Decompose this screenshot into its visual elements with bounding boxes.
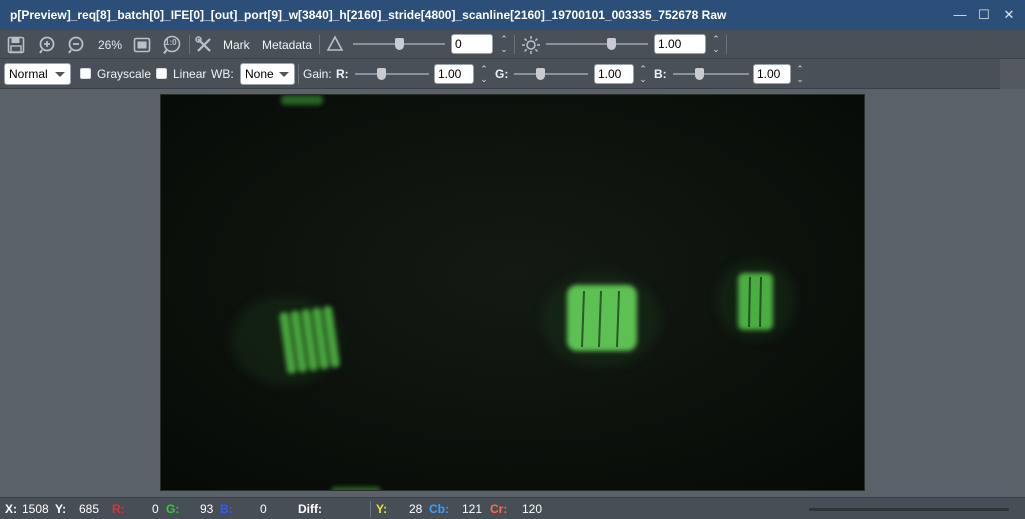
status-r-label: R: xyxy=(112,502,125,516)
gain-b-label: B: xyxy=(654,67,667,81)
delta-spinner[interactable]: ⌃ ⌄ xyxy=(498,34,510,54)
status-x-value: 1508 xyxy=(22,502,49,516)
one-to-one-icon[interactable]: 1:0 xyxy=(161,34,183,56)
toolbar-scroll-gap xyxy=(1000,59,1025,89)
grayscale-checkbox[interactable] xyxy=(80,68,91,79)
delta-value-field[interactable]: 0 xyxy=(451,34,493,54)
preview-image-content xyxy=(161,95,864,490)
linear-checkbox[interactable] xyxy=(156,68,167,79)
window-title: p[Preview]_req[8]_batch[0]_IFE[0]_[out]_… xyxy=(10,8,727,22)
chevron-down-icon xyxy=(279,72,289,77)
tools-icon[interactable] xyxy=(193,34,215,56)
status-r-value: 0 xyxy=(152,502,159,516)
zoom-in-icon[interactable] xyxy=(36,34,58,56)
gain-g-field[interactable]: 1.00 xyxy=(594,64,634,84)
brightness-value-field[interactable]: 1.00 xyxy=(654,34,706,54)
status-cr-value: 120 xyxy=(522,502,543,516)
minimize-button[interactable]: — xyxy=(949,4,971,26)
separator xyxy=(298,64,299,84)
gain-b-field[interactable]: 1.00 xyxy=(753,64,791,84)
one-to-one-label: 1:0 xyxy=(165,38,177,47)
save-icon[interactable] xyxy=(5,34,27,56)
gain-b-slider-thumb[interactable] xyxy=(695,68,704,80)
status-bar: X: 1508 Y: 685 R: 0 G: 93 B: 0 Diff: Y: … xyxy=(0,497,1025,519)
brightness-slider-track[interactable] xyxy=(546,43,648,45)
mode-select-value: Normal xyxy=(9,67,48,81)
separator xyxy=(726,35,727,54)
mark-button[interactable]: Mark xyxy=(223,38,250,52)
status-y-label: Y: xyxy=(55,502,67,516)
preview-image[interactable] xyxy=(160,94,865,491)
gain-r-slider-track[interactable] xyxy=(355,73,429,75)
status-g-value: 93 xyxy=(200,502,214,516)
fit-icon[interactable] xyxy=(131,34,153,56)
status-y-value: 685 xyxy=(79,502,100,516)
separator xyxy=(189,35,190,54)
status-progress-bar xyxy=(809,508,1009,511)
status-x-label: X: xyxy=(5,502,17,516)
gain-r-spinner[interactable]: ⌃ ⌄ xyxy=(478,64,490,84)
gain-r-label: R: xyxy=(336,67,349,81)
zoom-out-icon[interactable] xyxy=(65,34,87,56)
linear-label: Linear xyxy=(173,67,207,81)
status-b-value: 0 xyxy=(260,502,267,516)
separator xyxy=(370,501,371,517)
chevron-down-icon xyxy=(55,72,65,77)
status-yy-label: Y: xyxy=(376,502,388,516)
delta-icon xyxy=(325,34,345,54)
status-cb-label: Cb: xyxy=(429,502,449,516)
wb-label: WB: xyxy=(211,67,234,81)
zoom-level: 26% xyxy=(98,38,123,52)
metadata-button[interactable]: Metadata xyxy=(262,38,312,52)
status-cb-value: 121 xyxy=(462,502,483,516)
brightness-spinner[interactable]: ⌃ ⌄ xyxy=(710,34,722,54)
wb-select[interactable]: None xyxy=(240,63,295,85)
gain-b-spinner[interactable]: ⌃ ⌄ xyxy=(794,64,806,84)
title-bar: p[Preview]_req[8]_batch[0]_IFE[0]_[out]_… xyxy=(0,0,1025,30)
delta-slider-thumb[interactable] xyxy=(395,38,404,50)
gain-r-field[interactable]: 1.00 xyxy=(434,64,474,84)
gain-label: Gain: xyxy=(303,67,332,81)
mode-select[interactable]: Normal xyxy=(4,63,71,85)
grayscale-label: Grayscale xyxy=(97,67,152,81)
status-diff-label: Diff: xyxy=(298,502,322,516)
maximize-button[interactable]: ☐ xyxy=(973,4,995,26)
close-button[interactable]: ✕ xyxy=(998,4,1020,26)
gain-b-slider-track[interactable] xyxy=(673,73,749,75)
gain-g-spinner[interactable]: ⌃ ⌄ xyxy=(637,64,649,84)
brightness-slider-thumb[interactable] xyxy=(607,38,616,50)
wb-select-value: None xyxy=(245,67,274,81)
gain-g-slider-track[interactable] xyxy=(514,73,588,75)
status-cr-label: Cr: xyxy=(490,502,508,516)
separator xyxy=(514,35,515,54)
gain-g-slider-thumb[interactable] xyxy=(536,68,545,80)
status-yy-value: 28 xyxy=(409,502,423,516)
gain-g-label: G: xyxy=(495,67,509,81)
status-b-label: B: xyxy=(220,502,233,516)
separator xyxy=(319,35,320,54)
gain-r-slider-thumb[interactable] xyxy=(377,68,386,80)
brightness-icon xyxy=(520,34,542,56)
main-toolbar: 26% 1:0 Mark Metadata 0 ⌃ ⌄ 1.00 ⌃ ⌄ xyxy=(0,30,1025,59)
status-g-label: G: xyxy=(166,502,180,516)
adjust-toolbar: Normal Grayscale Linear WB: None Gain: R… xyxy=(0,59,1000,89)
